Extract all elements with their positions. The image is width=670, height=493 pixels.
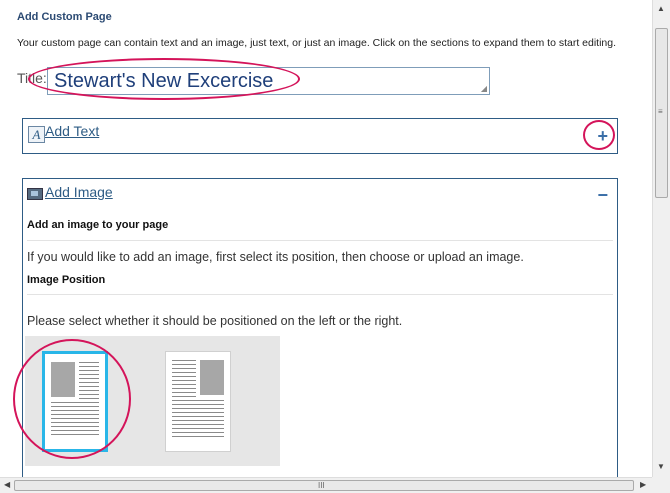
thumbnail-text-line bbox=[172, 384, 196, 385]
thumbnail-text-line bbox=[172, 412, 224, 413]
image-position-heading: Image Position bbox=[27, 274, 106, 286]
thumbnail-text-line bbox=[172, 416, 224, 417]
text-A-icon: A bbox=[28, 126, 45, 143]
add-text-panel: A Add Text + bbox=[22, 118, 618, 154]
scroll-down-icon[interactable]: ▼ bbox=[657, 462, 665, 471]
thumbnail-text-line bbox=[172, 408, 224, 409]
scroll-up-icon[interactable]: ▲ bbox=[657, 4, 665, 13]
thumbnail-text-line bbox=[172, 436, 224, 437]
collapse-image-button[interactable]: − bbox=[597, 186, 608, 204]
horizontal-scrollbar[interactable]: ◀ III ▶ bbox=[0, 477, 652, 493]
resize-grip-icon[interactable]: ◢ bbox=[481, 85, 487, 93]
intro-text: Your custom page can contain text and an… bbox=[17, 37, 617, 49]
divider bbox=[27, 240, 613, 241]
scrollbar-corner bbox=[652, 477, 670, 493]
thumbnail-text-line bbox=[172, 424, 224, 425]
thumbnail-text-line bbox=[172, 420, 224, 421]
scroll-left-icon[interactable]: ◀ bbox=[4, 480, 10, 489]
thumbnail-text-line bbox=[172, 372, 196, 373]
left-option-annotation-circle bbox=[13, 339, 131, 459]
thumbnail-text-line bbox=[172, 428, 224, 429]
thumbnail-text-line bbox=[172, 368, 196, 369]
position-right-option[interactable] bbox=[165, 351, 231, 452]
thumbnail-text-line bbox=[172, 360, 196, 361]
thumbnail-text-line bbox=[172, 380, 196, 381]
expand-annotation-circle bbox=[583, 120, 615, 150]
horizontal-grip-icon: III bbox=[318, 481, 325, 490]
position-instruction: Please select whether it should be posit… bbox=[27, 314, 403, 328]
vertical-scroll-thumb[interactable]: ≡ bbox=[655, 28, 668, 198]
divider bbox=[27, 294, 613, 295]
thumbnail-text-line bbox=[172, 432, 224, 433]
thumbnail-image-block bbox=[200, 360, 224, 395]
thumbnail-text-line bbox=[172, 388, 196, 389]
image-subheading: Add an image to your page bbox=[27, 219, 169, 231]
add-image-link[interactable]: Add Image bbox=[45, 184, 113, 200]
thumbnail-text-line bbox=[172, 404, 224, 405]
vertical-scrollbar[interactable]: ▲ ≡ ▼ bbox=[652, 0, 670, 477]
image-icon bbox=[27, 188, 43, 200]
thumbnail-text-line bbox=[172, 392, 196, 393]
add-text-link[interactable]: Add Text bbox=[45, 123, 99, 139]
thumbnail-text-line bbox=[172, 376, 196, 377]
page-title: Add Custom Page bbox=[17, 11, 112, 23]
scroll-right-icon[interactable]: ▶ bbox=[640, 480, 646, 489]
vertical-grip-icon: ≡ bbox=[658, 107, 663, 116]
thumbnail-text-line bbox=[172, 396, 196, 397]
thumbnail-text-line bbox=[172, 364, 196, 365]
horizontal-scroll-thumb[interactable]: III bbox=[14, 480, 634, 491]
thumbnail-text-line bbox=[172, 400, 224, 401]
title-annotation-circle bbox=[28, 58, 300, 100]
image-instruction: If you would like to add an image, first… bbox=[27, 250, 524, 264]
